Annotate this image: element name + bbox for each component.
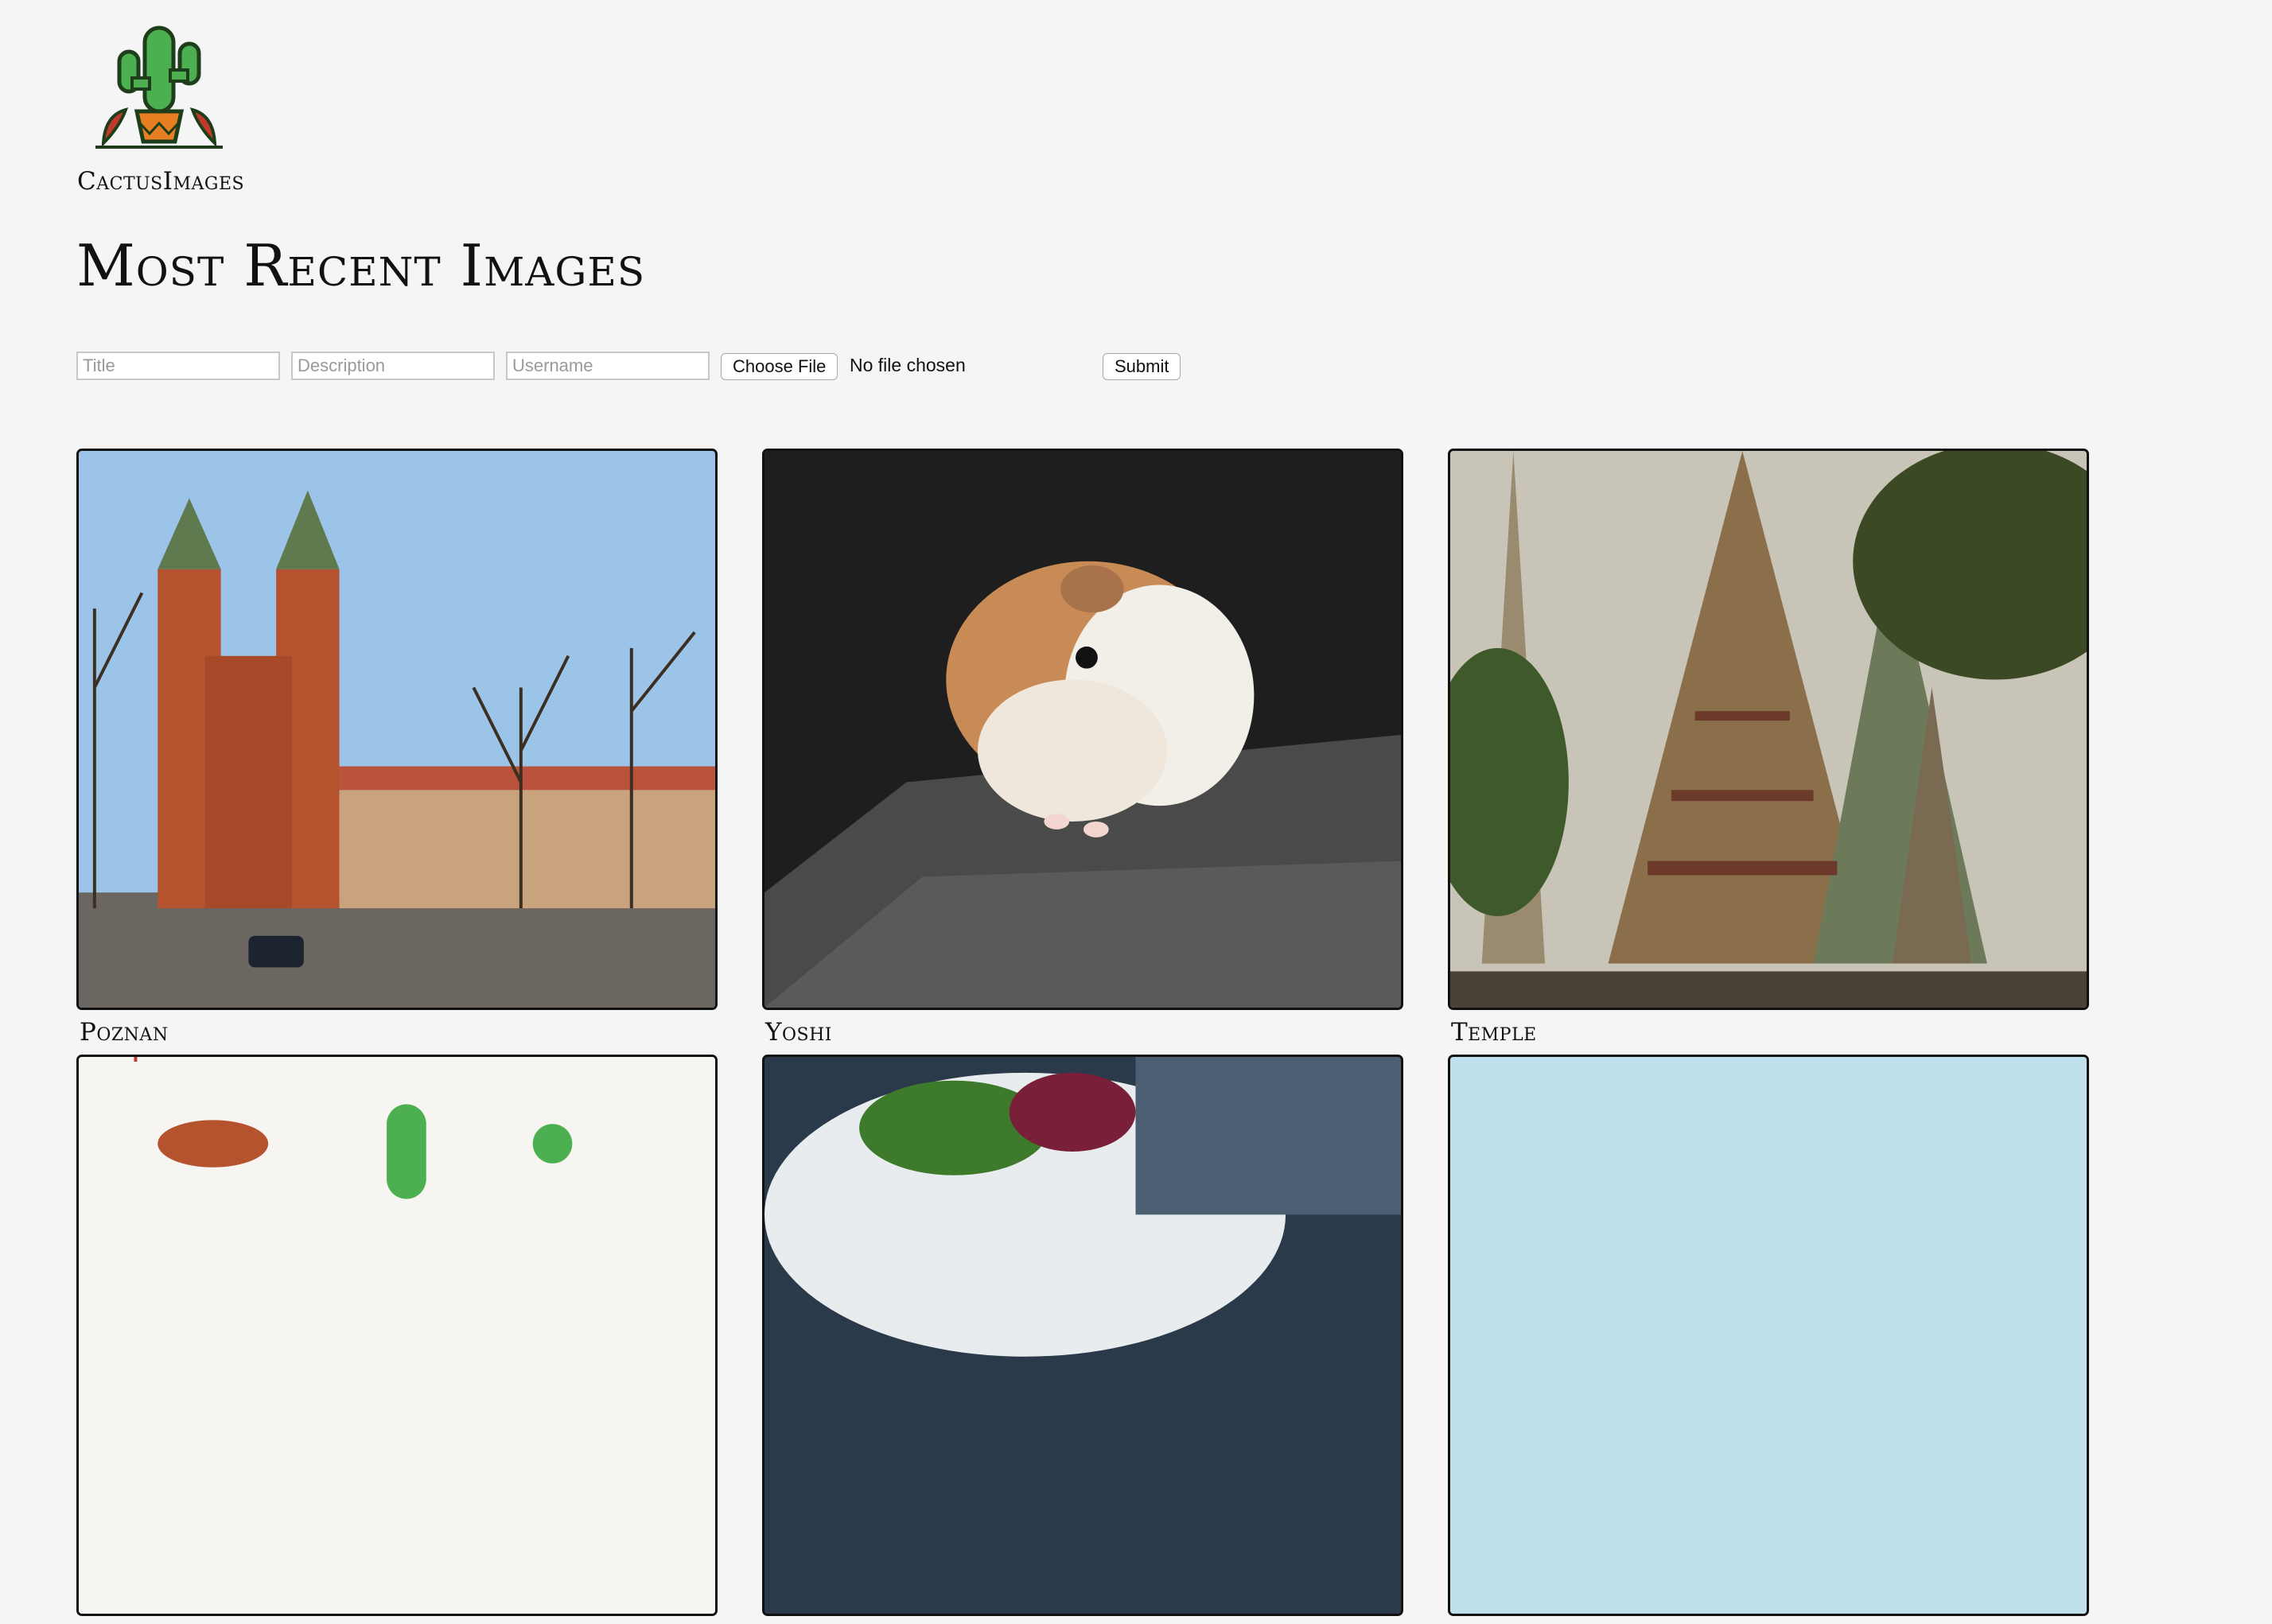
brand-name[interactable]: CactusImages	[77, 167, 244, 196]
image-thumbnail[interactable]	[76, 1055, 718, 1616]
cactus-logo-icon[interactable]	[88, 16, 231, 155]
image-thumbnail[interactable]	[762, 1055, 1403, 1616]
choose-file-button[interactable]: Choose File	[721, 353, 838, 380]
username-input[interactable]	[506, 352, 710, 380]
description-input[interactable]	[291, 352, 495, 380]
title-input[interactable]	[76, 352, 280, 380]
page-title: Most Recent Images	[76, 232, 646, 299]
image-card[interactable]	[1448, 1055, 2089, 1624]
image-title: Poznan	[80, 1018, 169, 1047]
image-card[interactable]: Temple	[1448, 449, 2089, 1047]
file-status-text: No file chosen	[850, 355, 966, 375]
image-title: Temple	[1451, 1018, 1537, 1047]
submit-button[interactable]: Submit	[1103, 353, 1181, 380]
image-card[interactable]	[76, 1055, 718, 1624]
upload-form: Choose File No file chosen Submit	[76, 352, 1190, 383]
image-card[interactable]: Yoshi	[762, 449, 1403, 1047]
image-thumbnail[interactable]	[1448, 449, 2089, 1010]
image-card[interactable]	[762, 1055, 1403, 1624]
image-thumbnail[interactable]	[1448, 1055, 2089, 1616]
image-thumbnail[interactable]	[76, 449, 718, 1010]
image-title: Yoshi	[765, 1018, 832, 1047]
image-card[interactable]: Poznan	[76, 449, 718, 1047]
image-thumbnail[interactable]	[762, 449, 1403, 1010]
